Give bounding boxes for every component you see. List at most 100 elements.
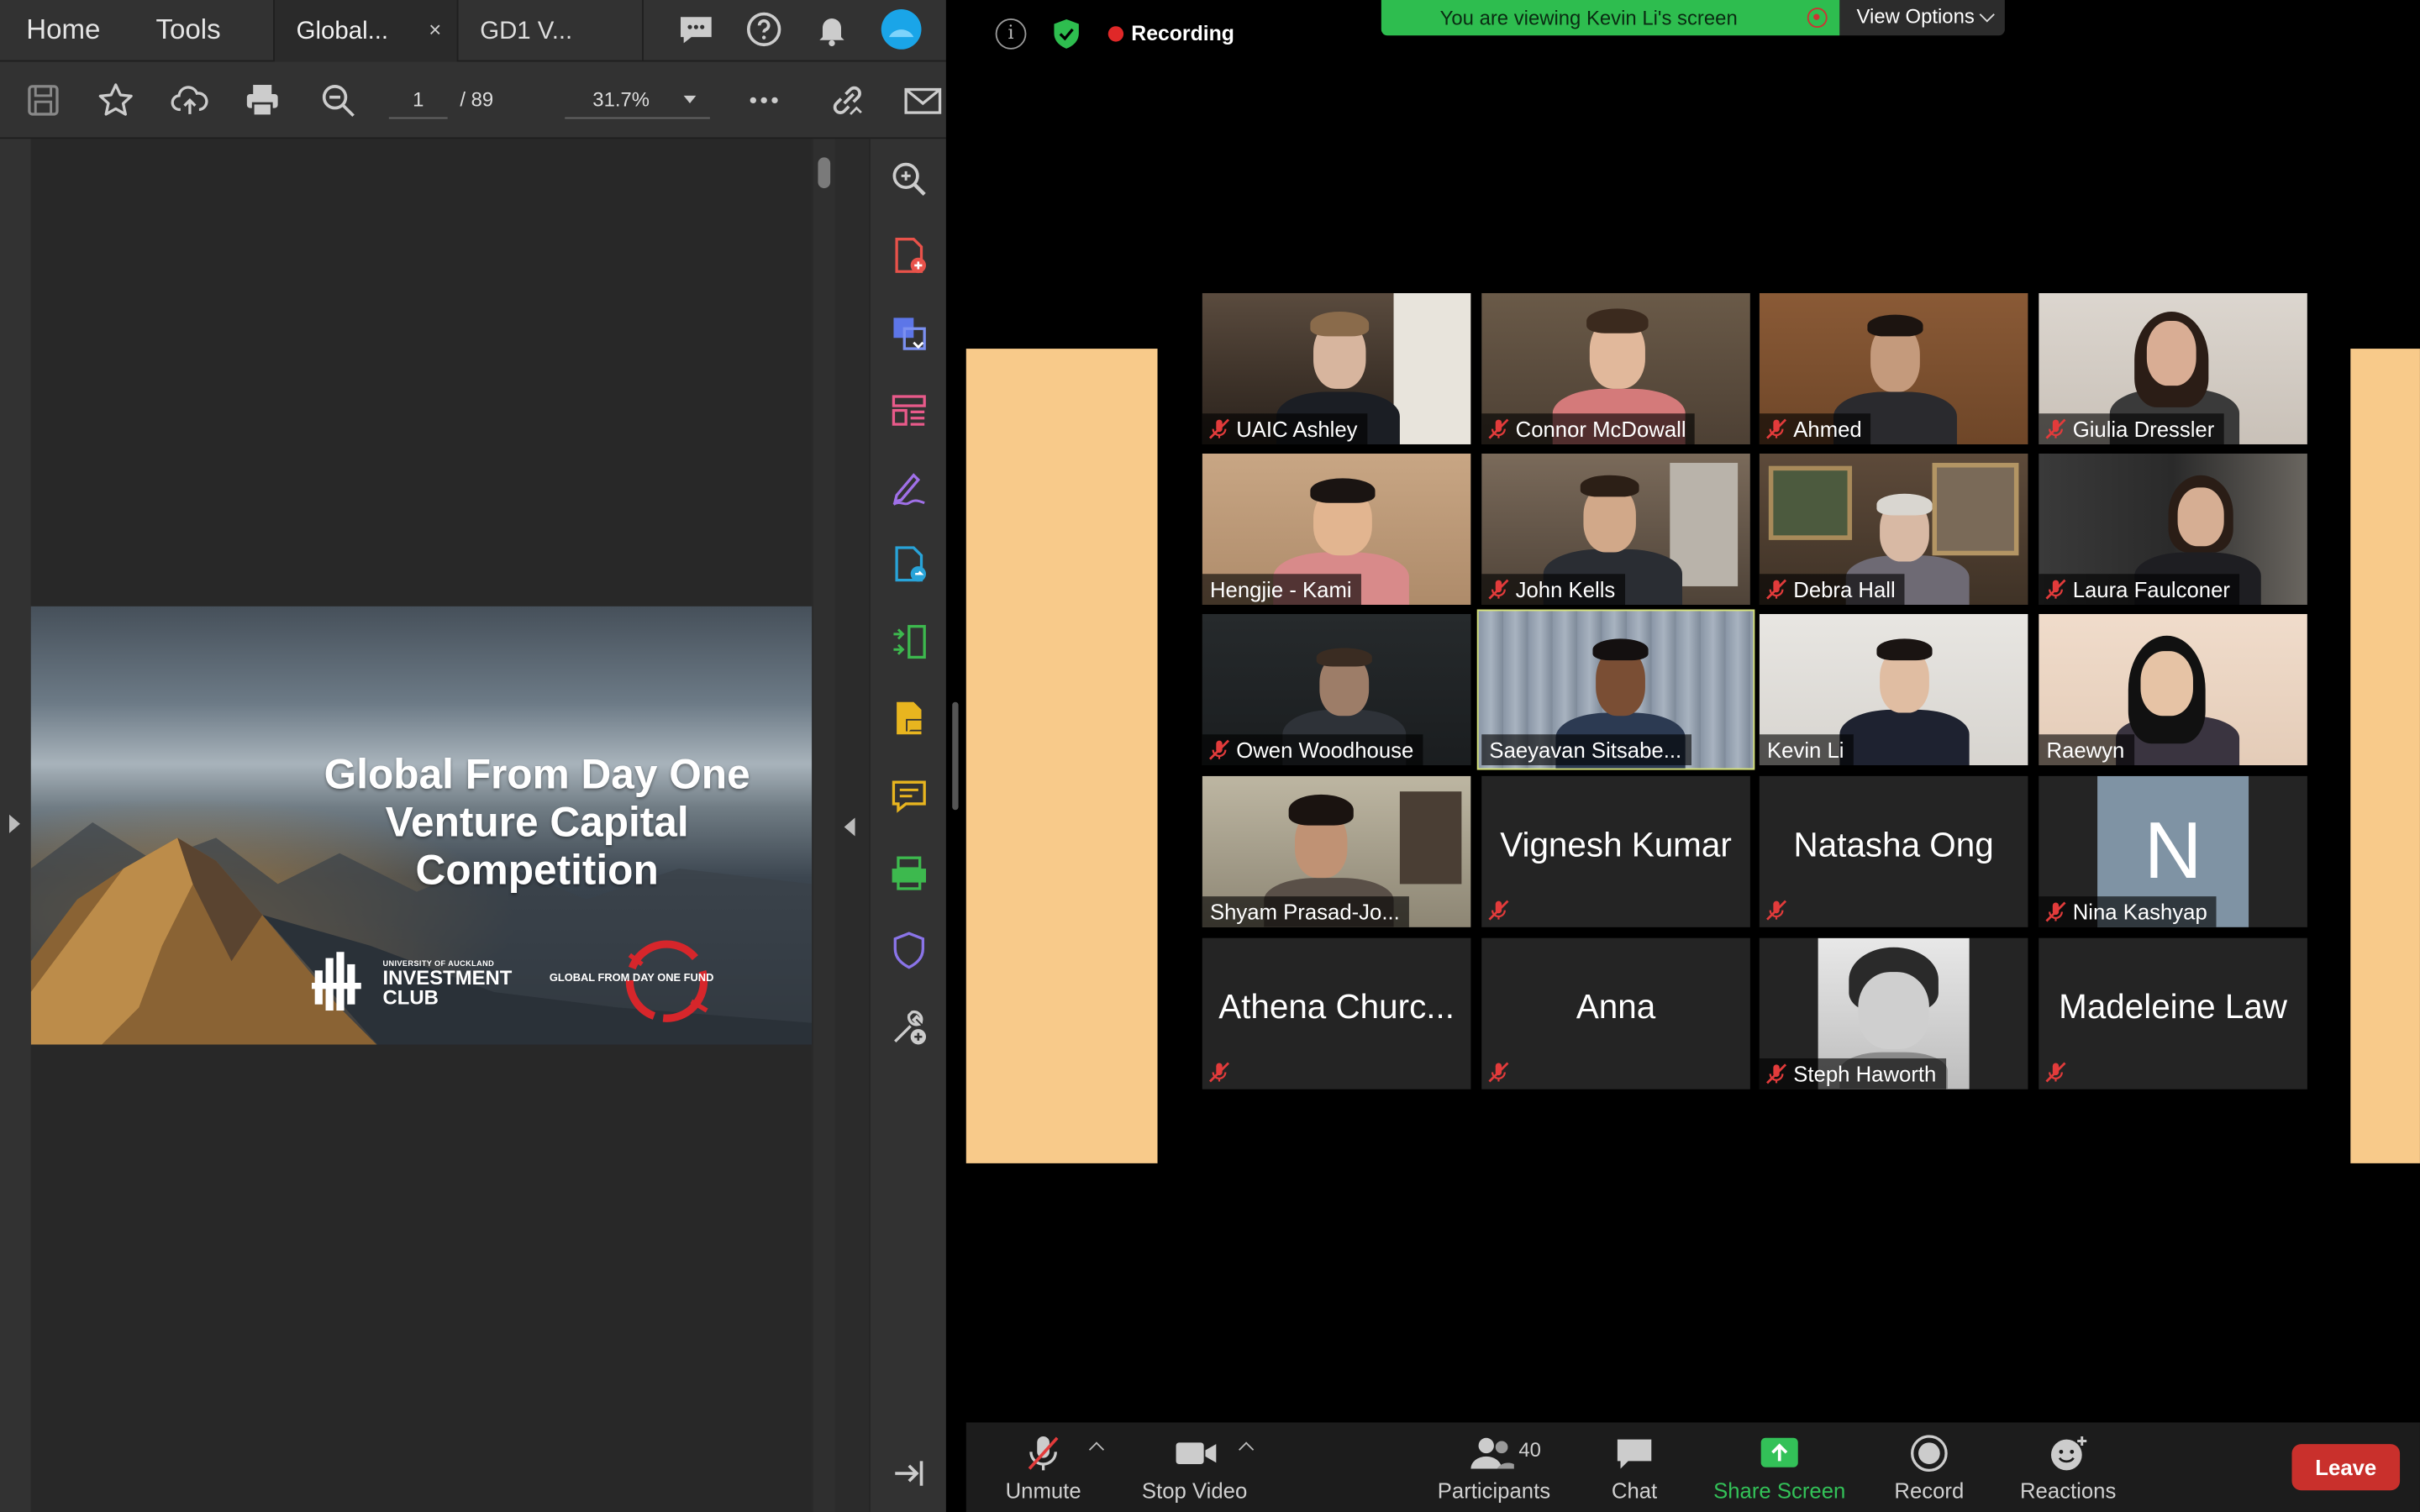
tab-bar-actions: [642, 0, 946, 62]
expand-arrow-icon[interactable]: [9, 814, 20, 833]
participant-hair: [1592, 638, 1649, 661]
muted-microphone-icon: [1488, 1062, 1509, 1083]
zoom-out-icon[interactable]: [318, 81, 358, 121]
comment-pdf-icon[interactable]: [889, 699, 929, 739]
remote-control-indicator-icon[interactable]: [1807, 8, 1828, 29]
participant-name: Owen Woodhouse: [1236, 737, 1414, 763]
participant-tile[interactable]: Madeleine Law: [2039, 937, 2307, 1089]
acrobat-tab-bar: Home Tools Global... × GD1 V...: [0, 0, 946, 62]
participant-tile[interactable]: Laura Faulconer: [2039, 453, 2307, 605]
protect-shield-icon[interactable]: [889, 931, 929, 971]
save-icon[interactable]: [24, 81, 64, 121]
participant-hair: [1876, 493, 1933, 516]
reactions-button[interactable]: Reactions: [2016, 1422, 2121, 1512]
muted-microphone-icon: [1766, 418, 1787, 439]
fill-sign-icon[interactable]: [889, 468, 929, 508]
document-scrollbar[interactable]: [813, 139, 835, 1512]
audio-options-chevron-icon[interactable]: [1088, 1441, 1105, 1457]
enhance-scan-icon[interactable]: [889, 159, 929, 199]
security-shield-icon[interactable]: [1050, 17, 1083, 50]
more-tools-icon[interactable]: [889, 1007, 929, 1047]
participant-tile[interactable]: Athena Churc...: [1202, 937, 1471, 1089]
participant-hair: [1586, 308, 1649, 333]
reactions-label: Reactions: [2019, 1478, 2117, 1503]
participant-tile[interactable]: Connor McDowall: [1481, 292, 1750, 444]
muted-microphone-icon: [1208, 739, 1229, 760]
home-tab[interactable]: Home: [26, 14, 100, 47]
participant-name-large: Athena Churc...: [1218, 987, 1455, 1026]
scrollbar-thumb[interactable]: [818, 157, 831, 189]
participant-name-tag: Raewyn: [2039, 734, 2134, 766]
bookmark-star-icon[interactable]: [96, 81, 136, 121]
record-button[interactable]: Record: [1886, 1422, 1972, 1512]
participant-tile[interactable]: Shyam Prasad-Jo...: [1202, 775, 1471, 927]
expand-pane-icon[interactable]: [889, 1453, 929, 1494]
participant-hair: [1867, 314, 1923, 337]
participants-button[interactable]: 40 Participants: [1429, 1422, 1559, 1512]
participant-tile[interactable]: Vignesh Kumar: [1481, 775, 1750, 927]
cloud-upload-icon[interactable]: [170, 81, 210, 121]
tools-pane: [869, 139, 946, 1512]
logo-club-name: INVESTMENT CLUB: [383, 968, 513, 1008]
participant-tile[interactable]: Steph Haworth: [1759, 937, 2028, 1089]
document-tab-gd1[interactable]: GD1 V...: [456, 0, 642, 62]
viewing-screen-label: You are viewing Kevin Li's screen: [1439, 6, 1738, 29]
participant-name-tag: Hengjie - Kami: [1202, 574, 1361, 605]
zoom-dropdown-caret-icon[interactable]: [683, 95, 697, 104]
participant-name-tag: Shyam Prasad-Jo...: [1202, 896, 1409, 927]
participant-name-tag: John Kells: [1481, 574, 1625, 605]
document-viewport[interactable]: Global From Day One Venture Capital Comp…: [30, 139, 813, 1512]
share-screen-button[interactable]: Share Screen: [1710, 1422, 1849, 1512]
chat-bubble-icon: [1617, 1439, 1652, 1469]
print-icon[interactable]: [242, 81, 282, 121]
participant-tile-active-speaker[interactable]: Saeyavan Sitsabe...: [1476, 609, 1755, 770]
participant-tile[interactable]: Anna: [1481, 937, 1750, 1089]
pdf-page-slide: Global From Day One Venture Capital Comp…: [30, 606, 813, 1045]
participant-tile[interactable]: Natasha Ong: [1759, 775, 2028, 927]
participant-tile[interactable]: Debra Hall: [1759, 453, 2028, 605]
participant-tile[interactable]: Ahmed: [1759, 292, 2028, 444]
participant-tile[interactable]: Raewyn: [2039, 614, 2307, 766]
compress-pdf-icon[interactable]: [889, 622, 929, 662]
notifications-bell-icon[interactable]: [812, 9, 852, 50]
edit-pdf-icon[interactable]: [889, 544, 929, 585]
view-options-button[interactable]: View Options: [1839, 0, 2005, 36]
email-icon[interactable]: [902, 81, 943, 121]
document-tab-global[interactable]: Global... ×: [273, 0, 457, 62]
help-icon[interactable]: [744, 9, 784, 50]
participant-tile[interactable]: Owen Woodhouse: [1202, 614, 1471, 766]
user-avatar-icon[interactable]: [880, 8, 923, 50]
participant-tile[interactable]: John Kells: [1481, 453, 1750, 605]
participant-name: Hengjie - Kami: [1209, 576, 1352, 602]
navigation-pane-toggle[interactable]: [0, 139, 31, 1512]
leave-meeting-button[interactable]: Leave: [2291, 1444, 2401, 1491]
organize-pages-icon[interactable]: [889, 391, 929, 431]
participant-tile[interactable]: UAIC Ashley: [1202, 292, 1471, 444]
shared-screen-left-panel: [965, 349, 1158, 1163]
unmute-button[interactable]: Unmute: [997, 1422, 1090, 1512]
participant-name-tag: Kevin Li: [1759, 734, 1854, 766]
participant-body: [1839, 709, 1970, 766]
participant-tile[interactable]: N Nina Kashyap: [2039, 775, 2307, 927]
stop-video-button[interactable]: Stop Video: [1133, 1422, 1256, 1512]
export-pdf-icon[interactable]: [889, 313, 929, 354]
participant-tile[interactable]: Giulia Dressler: [2039, 292, 2307, 444]
chat-button[interactable]: Chat: [1591, 1422, 1678, 1512]
participant-tile[interactable]: Hengjie - Kami: [1202, 453, 1471, 605]
create-pdf-icon[interactable]: [889, 236, 929, 276]
meeting-controls-bar: Unmute Stop Video 40 Participants Chat S…: [965, 1422, 2420, 1512]
muted-microphone-icon: [1208, 1062, 1229, 1083]
meeting-info-icon[interactable]: i: [995, 18, 1027, 50]
collapse-tools-pane-icon[interactable]: [844, 817, 855, 837]
share-link-icon[interactable]: [827, 81, 867, 121]
participant-name: Raewyn: [2046, 737, 2125, 763]
tools-tab[interactable]: Tools: [156, 14, 221, 47]
add-comment-icon[interactable]: [889, 776, 929, 816]
participant-tile[interactable]: Kevin Li: [1759, 614, 2028, 766]
split-divider-handle[interactable]: [952, 701, 959, 811]
more-options-icon[interactable]: [744, 81, 784, 121]
comments-icon[interactable]: [676, 9, 716, 50]
close-tab-icon[interactable]: ×: [429, 17, 441, 41]
scan-ocr-icon[interactable]: [889, 853, 929, 894]
page-number-input[interactable]: 1: [388, 81, 448, 119]
